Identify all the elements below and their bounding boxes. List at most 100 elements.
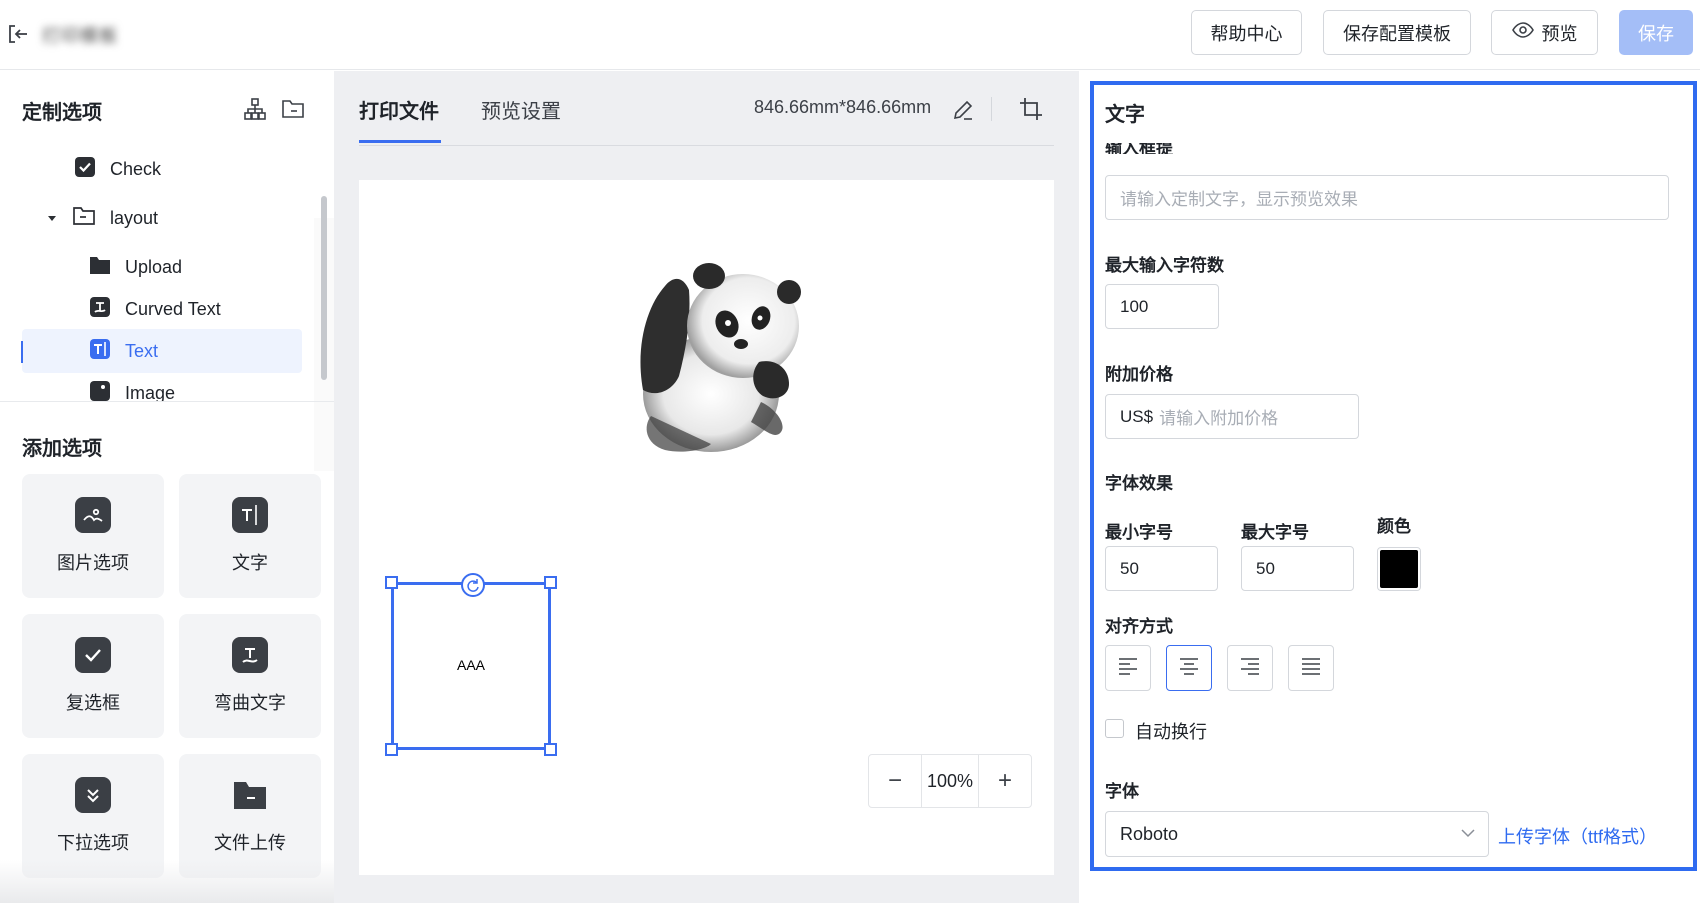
edit-icon[interactable] [952, 99, 974, 126]
tree-item-label: layout [110, 207, 159, 228]
font-select-value: Roboto [1120, 823, 1179, 844]
resize-handle-bottom-left[interactable] [385, 743, 398, 756]
align-left-icon [1118, 657, 1138, 680]
tree-item-label: Upload [125, 256, 183, 277]
tree-item-upload[interactable]: Upload [89, 245, 182, 289]
crop-icon[interactable] [1019, 97, 1043, 126]
tree-item-layout[interactable]: layout [46, 196, 158, 240]
help-center-button[interactable]: 帮助中心 [1191, 10, 1302, 55]
image-icon [75, 497, 111, 533]
min-size-label: 最小字号 [1105, 523, 1173, 542]
tree-item-curved-text[interactable]: Curved Text [89, 287, 221, 331]
curved-text-icon [89, 296, 111, 323]
font-label: 字体 [1105, 782, 1139, 801]
add-folder-icon[interactable] [279, 95, 307, 123]
auto-wrap-label: 自动换行 [1135, 722, 1207, 742]
text-icon [89, 338, 111, 365]
text-layer-selection[interactable]: AAA [385, 573, 557, 756]
add-curved-text-option-button[interactable]: 弯曲文字 [179, 614, 321, 738]
max-size-input[interactable]: 50 [1241, 546, 1354, 591]
auto-wrap-checkbox[interactable] [1105, 719, 1124, 738]
extra-price-label: 附加价格 [1105, 365, 1173, 384]
active-tab-underline [359, 140, 441, 143]
canvas-dimensions: 846.66mm*846.66mm [754, 97, 932, 117]
max-chars-label: 最大输入字符数 [1105, 256, 1224, 275]
save-button[interactable]: 保存 [1619, 10, 1693, 55]
add-text-option-button[interactable]: 文字 [179, 474, 321, 598]
currency-prefix: US$ [1120, 406, 1154, 426]
dropdown-icon [75, 777, 111, 813]
align-justify-button[interactable] [1288, 645, 1334, 691]
tree-item-label: Image [125, 382, 176, 402]
app-title: 打印模板 [42, 26, 118, 44]
max-chars-input[interactable]: 100 [1105, 284, 1219, 329]
add-image-option-button[interactable]: 图片选项 [22, 474, 164, 598]
tree-item-check[interactable]: Check [74, 147, 161, 191]
min-size-input[interactable]: 50 [1105, 546, 1218, 591]
add-checkbox-option-button[interactable]: 复选框 [22, 614, 164, 738]
option-label: 文字 [232, 553, 268, 573]
tree-item-label: Curved Text [125, 298, 221, 319]
left-divider [0, 401, 334, 402]
resize-handle-top-left[interactable] [385, 576, 398, 589]
tree-item-text[interactable]: Text [22, 329, 302, 373]
canvas-text: AAA [456, 657, 485, 673]
tab-preview-settings[interactable]: 预览设置 [481, 95, 561, 124]
align-right-icon [1240, 657, 1260, 680]
chevron-down-icon [1460, 825, 1476, 846]
option-label: 图片选项 [57, 553, 129, 573]
placeholder-text-input[interactable]: 请输入定制文字，显示预览效果 [1105, 175, 1669, 220]
folder-icon [89, 255, 111, 280]
hierarchy-icon[interactable] [241, 95, 269, 123]
color-swatch-fill [1380, 550, 1418, 588]
align-justify-icon [1301, 657, 1321, 680]
align-right-button[interactable] [1227, 645, 1273, 691]
panel-title: 文字 [1105, 104, 1145, 126]
left-panel: 定制选项 Check layout Upload Curved Text Tex… [0, 71, 334, 903]
option-label: 文件上传 [214, 833, 286, 853]
resize-handle-bottom-right[interactable] [544, 743, 557, 756]
zoom-control: − 100% + [868, 754, 1032, 808]
align-left-button[interactable] [1105, 645, 1151, 691]
option-label: 弯曲文字 [214, 693, 286, 713]
zoom-out-button[interactable]: − [869, 755, 921, 807]
zoom-level: 100% [921, 755, 979, 807]
image-icon [89, 380, 111, 402]
max-size-label: 最大字号 [1241, 523, 1309, 542]
tree-item-label: Text [125, 340, 159, 361]
active-item-marker [21, 341, 23, 363]
align-label: 对齐方式 [1105, 617, 1173, 636]
eye-icon [1511, 22, 1534, 43]
zoom-in-button[interactable]: + [979, 755, 1031, 807]
custom-options-title: 定制选项 [22, 102, 102, 124]
tree-scrollbar[interactable] [321, 196, 327, 380]
options-tree: Check layout Upload Curved Text Text Ima… [0, 147, 334, 401]
toolbar-separator [991, 97, 992, 121]
add-options-title: 添加选项 [22, 438, 102, 460]
font-select[interactable]: Roboto [1105, 811, 1489, 857]
exit-icon[interactable] [6, 22, 30, 46]
color-label: 颜色 [1377, 517, 1411, 536]
curved-text-icon [232, 637, 268, 673]
panda-image[interactable] [631, 246, 806, 456]
left-bottom-fade [0, 860, 334, 903]
upload-font-link[interactable]: 上传字体（ttf格式） [1498, 823, 1657, 849]
folder-icon [232, 777, 268, 813]
tab-divider [359, 145, 1054, 146]
tab-print-file[interactable]: 打印文件 [359, 95, 439, 124]
tree-item-image[interactable]: Image [89, 371, 175, 401]
checkbox-icon [75, 637, 111, 673]
resize-handle-top-right[interactable] [544, 576, 557, 589]
preview-label: 预览 [1541, 23, 1578, 44]
preview-button[interactable]: 预览 [1491, 10, 1598, 55]
checkbox-icon [74, 156, 96, 183]
align-center-icon [1179, 657, 1199, 680]
extra-price-input[interactable]: US$ 请输入附加价格 [1105, 394, 1359, 439]
align-center-button[interactable] [1166, 645, 1212, 691]
option-label: 复选框 [66, 693, 120, 713]
top-bar: 打印模板 帮助中心 保存配置模板 预览 保存 [0, 0, 1700, 70]
input-hint-label: 输入框提醒 [1105, 143, 1173, 154]
color-picker[interactable] [1377, 547, 1421, 591]
save-template-button[interactable]: 保存配置模板 [1323, 10, 1471, 55]
rotate-handle-icon[interactable] [461, 573, 485, 597]
